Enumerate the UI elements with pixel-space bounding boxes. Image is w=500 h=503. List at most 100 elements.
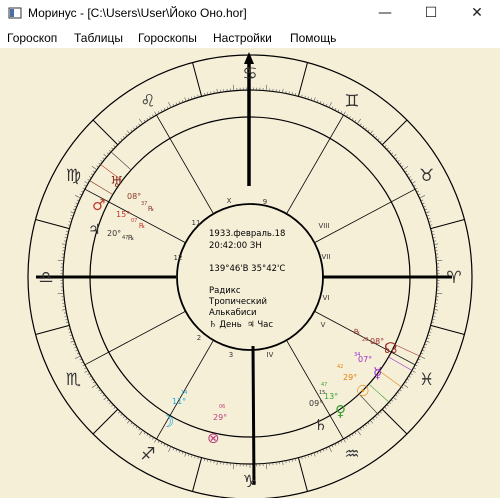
degree-tick (282, 461, 283, 465)
degree-tick (121, 414, 123, 416)
degree-tick (399, 163, 401, 165)
degree-tick (139, 124, 140, 126)
degree-tick (375, 416, 377, 418)
svg-text:℞: ℞ (128, 234, 134, 242)
svg-text:06: 06 (219, 404, 225, 410)
degree-tick (168, 102, 171, 107)
house-numbers: 9111223 (174, 198, 268, 359)
degree-tick (182, 100, 183, 102)
svg-text:07: 07 (131, 218, 137, 224)
degree-tick (62, 309, 66, 310)
degree-tick (104, 154, 107, 157)
planet-node[interactable]: ℞ 20 08° ☊ (354, 328, 397, 357)
svg-text:14: 14 (181, 390, 187, 396)
svg-text:08°: 08° (127, 192, 141, 201)
degree-tick (410, 179, 412, 180)
degree-tick (360, 124, 361, 126)
aries-sign-icon: ♈ (446, 268, 461, 288)
chart-coords: 139°46'В 35°42'С (209, 264, 285, 274)
degree-tick (314, 453, 315, 457)
svg-text:08°: 08° (370, 337, 384, 346)
degree-tick (365, 128, 367, 130)
degree-tick (395, 395, 397, 397)
house-cusp-line (157, 115, 214, 214)
menu-horoscopes[interactable]: Гороскопы (138, 31, 197, 45)
degree-tick (409, 177, 411, 178)
horoscope-wheel[interactable]: ♋♊♉♈♓♒♑♐♏♎♍♌ XVIIVIIIVIVVI 9111223 1933.… (0, 48, 500, 498)
menu-help[interactable]: Помощь (290, 31, 336, 45)
svg-text:15: 15 (319, 390, 325, 396)
part-of-fortune[interactable]: 06 29° ⊗ (207, 404, 227, 447)
degree-tick (71, 341, 75, 342)
svg-text:15°: 15° (116, 210, 130, 219)
planet-moon[interactable]: 14 11° ☽ (160, 390, 187, 431)
degree-tick (97, 387, 99, 388)
taurus-sign-icon: ♉ (419, 166, 434, 186)
degree-tick (380, 141, 382, 143)
degree-tick (409, 376, 411, 377)
venus-icon: ♀ (335, 402, 346, 420)
degree-tick (152, 115, 153, 117)
degree-tick (419, 195, 424, 198)
degree-tick (407, 174, 409, 175)
house-number-9: 9 (263, 198, 267, 206)
menu-bar: Гороскоп Таблицы Гороскопы Настройки Пом… (0, 28, 500, 48)
house-roman-v: V (321, 321, 326, 329)
house-labels: XVIIVIIIVIVVI (227, 197, 331, 359)
degree-tick (419, 356, 424, 359)
uranus-icon: ♅ (110, 173, 123, 191)
capricorn-sign-icon: ♑ (242, 472, 257, 492)
degree-tick (387, 405, 389, 407)
degree-tick (114, 145, 116, 147)
planet-sun[interactable]: 42 29° ☉ (337, 364, 369, 400)
degree-tick (73, 209, 75, 210)
menu-horoscope[interactable]: Гороскоп (7, 31, 57, 45)
degree-tick (217, 461, 218, 465)
degree-tick (401, 166, 403, 167)
degree-tick (395, 158, 397, 160)
degree-tick (412, 371, 415, 373)
degree-tick (123, 136, 125, 138)
close-button[interactable]: ✕ (454, 0, 500, 28)
degree-tick (93, 171, 95, 172)
degree-tick (123, 416, 125, 418)
menu-settings[interactable]: Настройки (213, 31, 272, 45)
degree-tick (114, 407, 116, 409)
degree-tick (75, 195, 80, 198)
degree-tick (380, 412, 382, 414)
planet-uranus[interactable]: ♅ 08° 37 ℞ (110, 173, 154, 213)
sign-divider (93, 409, 118, 434)
degree-tick (139, 428, 140, 430)
chart-canvas[interactable]: ♋♊♉♈♓♒♑♐♏♎♍♌ XVIIVIIIVIVVI 9111223 1933.… (0, 48, 500, 498)
house-cusp-line (85, 311, 186, 365)
degree-tick (370, 131, 373, 134)
degree-tick (434, 244, 438, 245)
degree-tick (393, 397, 396, 400)
svg-text:29°: 29° (343, 373, 357, 382)
leo-sign-icon: ♌ (140, 91, 155, 111)
degree-tick (185, 453, 186, 457)
title-bar: Моринус - [C:\Users\User\Йоко Оно.hor] —… (0, 0, 500, 28)
degree-tick (357, 430, 360, 435)
degree-tick (434, 309, 438, 310)
house-cusp-line (314, 189, 415, 243)
maximize-button[interactable]: ☐ (408, 0, 454, 28)
gemini-sign-icon: ♊ (344, 91, 359, 111)
planet-venus[interactable]: 47 13° ♀ (321, 382, 346, 420)
menu-tables[interactable]: Таблицы (74, 31, 123, 45)
degree-tick (360, 428, 361, 430)
svg-text:℞: ℞ (354, 328, 360, 336)
planet-mercury[interactable]: 34 07° ☿ (354, 352, 382, 382)
degree-tick (126, 134, 128, 136)
chart-date: 1933.февраль.18 (209, 229, 285, 239)
svg-text:42: 42 (337, 364, 343, 370)
degree-tick (89, 177, 91, 178)
degree-tick (349, 436, 350, 438)
degree-tick (355, 120, 356, 122)
planet-pointer (389, 357, 412, 371)
house-roman-viii: VIII (319, 222, 330, 230)
degree-tick (266, 85, 267, 91)
minimize-button[interactable]: — (362, 0, 408, 28)
degree-tick (368, 130, 370, 132)
hour-ruler: ♃ Час (247, 320, 273, 330)
